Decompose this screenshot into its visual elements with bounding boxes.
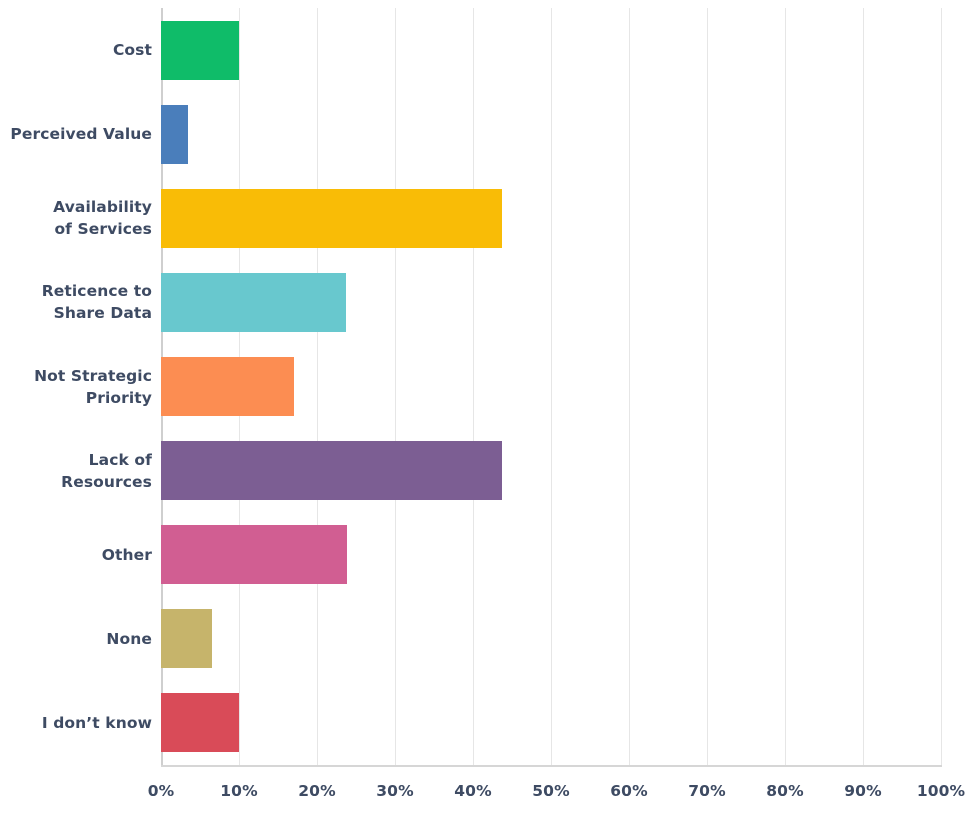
category-label: Lack of Resources xyxy=(61,450,152,491)
bar[interactable] xyxy=(161,272,346,332)
bar-row xyxy=(161,693,941,753)
bar-row xyxy=(161,525,941,585)
bar-row xyxy=(161,441,941,501)
bar[interactable] xyxy=(161,693,239,753)
plot-area xyxy=(161,8,942,765)
category-label: Availability of Services xyxy=(53,198,152,239)
bar[interactable] xyxy=(161,357,294,416)
bar-chart: Cost Perceived Value Availability of Servi… xyxy=(0,0,975,823)
x-tick-label: 70% xyxy=(688,782,726,800)
category-label: Reticence to Share Data xyxy=(41,282,152,323)
x-tick-label: 10% xyxy=(220,782,258,800)
bar[interactable] xyxy=(161,525,347,585)
x-axis-line xyxy=(161,765,942,767)
x-tick-label: 0% xyxy=(147,782,175,800)
bar[interactable] xyxy=(161,441,502,501)
x-tick-label: 50% xyxy=(532,782,570,800)
category-label: Cost xyxy=(112,41,152,60)
bar[interactable] xyxy=(161,20,239,80)
bar-row xyxy=(161,104,941,164)
bar-row xyxy=(161,357,941,416)
bar-row xyxy=(161,188,941,248)
x-tick-label: 80% xyxy=(766,782,804,800)
category-label: None xyxy=(106,629,152,648)
bar-row xyxy=(161,272,941,332)
category-label: I don’t know xyxy=(41,713,152,732)
x-tick-label: 30% xyxy=(376,782,414,800)
bar-rows xyxy=(161,8,941,765)
bar[interactable] xyxy=(161,104,188,164)
x-tick-label: 20% xyxy=(298,782,336,800)
bar-row xyxy=(161,609,941,669)
category-label: Perceived Value xyxy=(10,125,152,144)
bar[interactable] xyxy=(161,188,502,248)
category-label: Other xyxy=(101,545,152,564)
bar-row xyxy=(161,20,941,80)
x-tick-label: 90% xyxy=(844,782,882,800)
x-tick-label: 100% xyxy=(916,782,966,800)
bar[interactable] xyxy=(161,609,212,669)
x-tick-label: 60% xyxy=(610,782,648,800)
x-axis-tick-labels: 0% 10% 20% 30% 40% 50% 60% 70% 80% 90% 100% xyxy=(148,782,965,812)
category-axis-labels: Cost Perceived Value Availability of Servi… xyxy=(0,8,152,765)
x-tick-label: 40% xyxy=(454,782,492,800)
gridline-100pct xyxy=(941,8,942,765)
category-label: Not Strategic Priority xyxy=(34,366,152,407)
